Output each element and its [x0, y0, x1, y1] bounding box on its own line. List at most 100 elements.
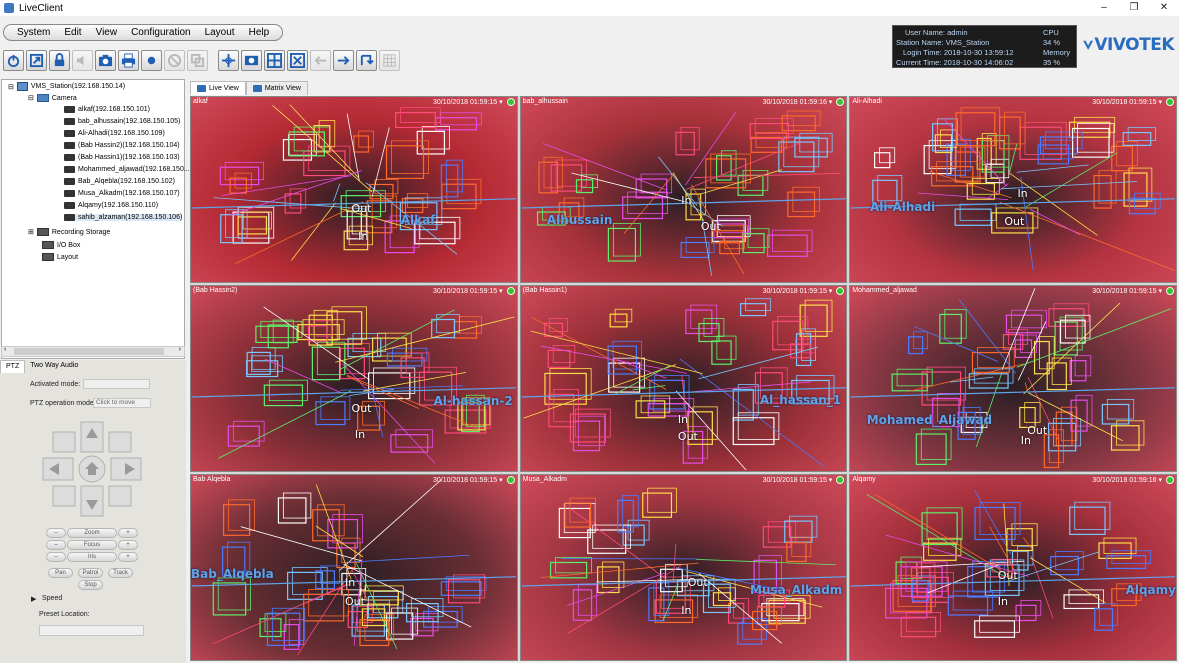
detection-box [786, 191, 815, 218]
menu-layout[interactable]: Layout [198, 27, 242, 38]
camera-tile[interactable]: Musa_Alkadm 30/10/2018 01:59:15 ▾ Musa_Alk… [519, 474, 848, 661]
detection-box [944, 309, 967, 339]
area-label: Alqamy [1125, 583, 1176, 598]
camera-icon [64, 154, 75, 161]
stop-button[interactable] [164, 50, 185, 71]
operation-mode-select[interactable]: Click to move [93, 398, 151, 408]
dewarp-button[interactable] [241, 50, 262, 71]
tree-camera-item[interactable]: (Bab Hassin2)(192.168.150.104) [64, 142, 180, 149]
tab-live-view[interactable]: Live View [190, 81, 246, 95]
ptz-dpad[interactable] [41, 420, 143, 518]
trajectory-line [700, 169, 782, 195]
iris-open-button[interactable]: + [118, 552, 138, 562]
fullscreen-button[interactable] [287, 50, 308, 71]
stop-ptz-button[interactable]: Stop [78, 580, 103, 590]
in-label: In [345, 575, 356, 589]
detection-box [435, 117, 478, 131]
focus-near-button[interactable]: – [46, 540, 66, 550]
tree-io-box[interactable]: I/O Box [42, 241, 80, 249]
track-button[interactable]: Track [108, 568, 133, 578]
activated-mode-select[interactable] [83, 379, 150, 389]
camera-tile[interactable]: bab_alhussain 30/10/2018 01:59:16 ▾ Alhuss… [519, 96, 848, 283]
camera-tile[interactable]: Ali-Alhadi 30/10/2018 01:59:15 ▾ Ali-Alhad… [849, 96, 1177, 283]
close-button[interactable]: ✕ [1149, 0, 1179, 16]
restore-button[interactable]: ❐ [1119, 0, 1149, 16]
preset-label: Preset Location: [39, 611, 90, 618]
detection-box [359, 590, 399, 606]
scroll-thumb[interactable] [14, 348, 164, 355]
matrix-view-label: Matrix View [264, 85, 301, 92]
expand-icon[interactable]: ⊞ [28, 228, 34, 236]
camera-tile[interactable]: (Bab Hassin2) 30/10/2018 01:59:15 ▾ Al-has… [190, 285, 518, 472]
zoom-out-button[interactable]: – [46, 528, 66, 538]
tree-camera-item[interactable]: Mohammed_aljawad(192.168.150... [64, 166, 190, 173]
tree-recording-storage[interactable]: ⊞ Recording Storage [28, 228, 110, 236]
tree-camera-item[interactable]: Ali-Alhadi(192.168.150.109) [64, 130, 165, 137]
camera-name: Ali-Alhadi [852, 98, 882, 105]
camera-tile[interactable]: alkaf 30/10/2018 01:59:15 ▾ Alkaf Out In [190, 96, 518, 283]
forward-button[interactable] [333, 50, 354, 71]
tree-camera-group[interactable]: ⊟ Camera [28, 94, 77, 102]
speed-expand-icon[interactable]: ▶ [31, 595, 36, 603]
zoom-in-button[interactable]: + [118, 528, 138, 538]
in-label: In [358, 229, 369, 243]
menu-configuration[interactable]: Configuration [124, 27, 197, 38]
detection-box [1107, 399, 1135, 420]
camera-label: Mohammed_aljawad(192.168.150... [78, 166, 190, 173]
detection-box [374, 179, 399, 195]
camera-timestamp: 30/10/2018 01:59:15 ▾ [432, 99, 503, 106]
export-button[interactable] [26, 50, 47, 71]
focus-far-button[interactable]: + [118, 540, 138, 550]
tree-camera-item[interactable]: (Bab Hassin1)(192.168.150.103) [64, 154, 180, 161]
layout-button[interactable] [264, 50, 285, 71]
tree-camera-item[interactable]: alkaf(192.168.150.101) [64, 106, 150, 113]
camera-tile[interactable]: Mohammed_aljawad 30/10/2018 01:59:15 ▾ Moh… [849, 285, 1177, 472]
audio-button[interactable] [72, 50, 93, 71]
collapse-icon[interactable]: ⊟ [8, 83, 14, 91]
tree-layout[interactable]: Layout [42, 253, 78, 261]
power-button[interactable] [3, 50, 24, 71]
patrol-button[interactable]: Patrol [78, 568, 103, 578]
collapse-icon[interactable]: ⊟ [28, 94, 34, 102]
matrix-button[interactable] [379, 50, 400, 71]
menu-help[interactable]: Help [242, 27, 277, 38]
detection-box [458, 316, 482, 334]
camera-name: Bab Alqebla [193, 476, 231, 483]
scroll-left-icon[interactable]: ‹ [4, 346, 6, 353]
tree-camera-item[interactable]: bab_alhussain(192.168.150.105) [64, 118, 180, 125]
minimize-button[interactable]: – [1089, 0, 1119, 16]
lock-button[interactable] [49, 50, 70, 71]
trajectory-line [333, 183, 341, 202]
pan-button[interactable]: Pan [48, 568, 73, 578]
iris-close-button[interactable]: – [46, 552, 66, 562]
tree-station[interactable]: ⊟ VMS_Station(192.168.150.14) [8, 82, 125, 91]
trajectory-line [697, 197, 712, 276]
memory-value: 35 % [1043, 58, 1061, 67]
scroll-right-icon[interactable]: › [179, 346, 181, 353]
tree-camera-item[interactable]: sahib_alzaman(192.168.150.106) [64, 214, 183, 221]
tree-camera-item[interactable]: Musa_Alkadm(192.168.150.107) [64, 190, 180, 197]
tab-two-way-audio[interactable]: Two Way Audio [25, 360, 83, 373]
sync-button[interactable] [356, 50, 377, 71]
camera-tile[interactable]: Bab Alqebla 30/10/2018 01:59:15 ▾ Bab_Alqe… [190, 474, 518, 661]
print-button[interactable] [118, 50, 139, 71]
menu-view[interactable]: View [89, 27, 125, 38]
preset-select[interactable] [39, 625, 144, 636]
tab-ptz[interactable]: PTZ [0, 360, 26, 373]
camera-tile[interactable]: (Bab Hassin1) 30/10/2018 01:59:15 ▾ Al_has… [519, 285, 848, 472]
menu-edit[interactable]: Edit [57, 27, 88, 38]
fisheye-button[interactable] [218, 50, 239, 71]
snapshot-button[interactable] [95, 50, 116, 71]
tree-camera-item[interactable]: Bab_Alqebla(192.168.150.102) [64, 178, 175, 185]
back-button[interactable] [310, 50, 331, 71]
record-button[interactable] [141, 50, 162, 71]
detection-overlay [191, 104, 516, 264]
tree-scrollbar[interactable]: ‹ › [1, 346, 185, 357]
menu-system[interactable]: System [10, 27, 57, 38]
camera-tile[interactable]: Alqamy 30/10/2018 01:59:16 ▾ Alqamy Out In [849, 474, 1177, 661]
camera-timestamp: 30/10/2018 01:59:15 ▾ [432, 288, 503, 295]
tree-camera-item[interactable]: Alqamy(192.168.150.110) [64, 202, 158, 209]
tab-matrix-view[interactable]: Matrix View [245, 81, 308, 95]
copy-button[interactable] [187, 50, 208, 71]
camera-icon [98, 54, 113, 67]
